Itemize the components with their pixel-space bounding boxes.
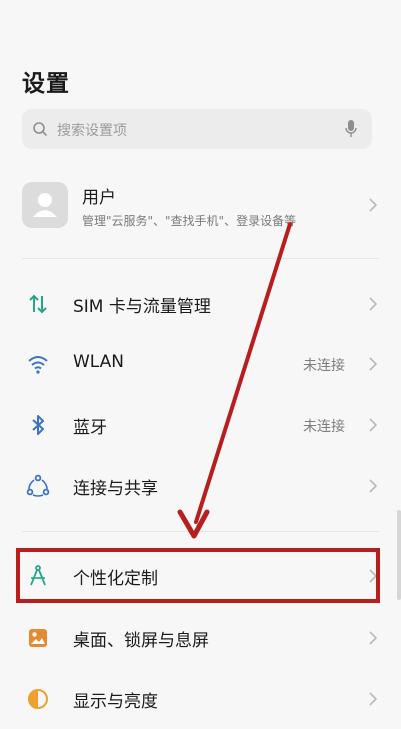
settings-item-label: WLAN: [73, 352, 125, 372]
settings-item-label: 蓝牙: [73, 418, 107, 438]
user-subtitle: 管理"云服务"、"查找手机"、登录设备等: [82, 214, 297, 228]
chevron-right-icon: [369, 418, 377, 432]
chevron-right-icon: [369, 479, 377, 493]
chevron-right-icon: [369, 297, 377, 311]
wallpaper-icon: [29, 629, 47, 647]
sim-data-icon: [29, 294, 47, 314]
chevron-right-icon: [369, 692, 377, 706]
avatar: [22, 182, 68, 228]
brightness-icon: [28, 689, 48, 709]
status-value: 未连接: [303, 419, 345, 435]
bluetooth-icon: [32, 415, 44, 435]
settings-item-wlan[interactable]: WLAN 未连接: [0, 334, 401, 394]
microphone-icon[interactable]: [344, 119, 358, 139]
user-icon: [33, 193, 57, 217]
status-value: 未连接: [303, 358, 345, 374]
scroll-edge-indicator: [397, 510, 401, 600]
user-account-row[interactable]: 用户 管理"云服务"、"查找手机"、登录设备等: [0, 170, 401, 240]
divider: [22, 531, 379, 532]
annotation-highlight-box: [16, 548, 380, 603]
divider: [22, 258, 379, 259]
search-icon: [33, 122, 47, 136]
wifi-icon: [28, 356, 48, 374]
settings-item-label: 连接与共享: [73, 479, 158, 499]
settings-item-connection-sharing[interactable]: 连接与共享: [0, 456, 401, 516]
page-title: 设置: [22, 71, 70, 97]
settings-item-display-brightness[interactable]: 显示与亮度: [0, 669, 401, 729]
settings-item-label: SIM 卡与流量管理: [73, 297, 211, 317]
chevron-right-icon: [369, 357, 377, 371]
settings-item-bluetooth[interactable]: 蓝牙 未连接: [0, 395, 401, 455]
search-bar[interactable]: 搜索设置项: [22, 109, 372, 149]
settings-item-label: 桌面、锁屏与息屏: [73, 631, 209, 651]
settings-item-sim[interactable]: SIM 卡与流量管理: [0, 274, 401, 334]
settings-item-desktop-lockscreen[interactable]: 桌面、锁屏与息屏: [0, 608, 401, 668]
search-input[interactable]: 搜索设置项: [57, 120, 127, 140]
chevron-right-icon: [369, 631, 377, 645]
share-icon: [26, 474, 50, 497]
chevron-right-icon: [369, 198, 377, 212]
settings-item-label: 显示与亮度: [73, 692, 158, 712]
user-name: 用户: [82, 188, 116, 208]
